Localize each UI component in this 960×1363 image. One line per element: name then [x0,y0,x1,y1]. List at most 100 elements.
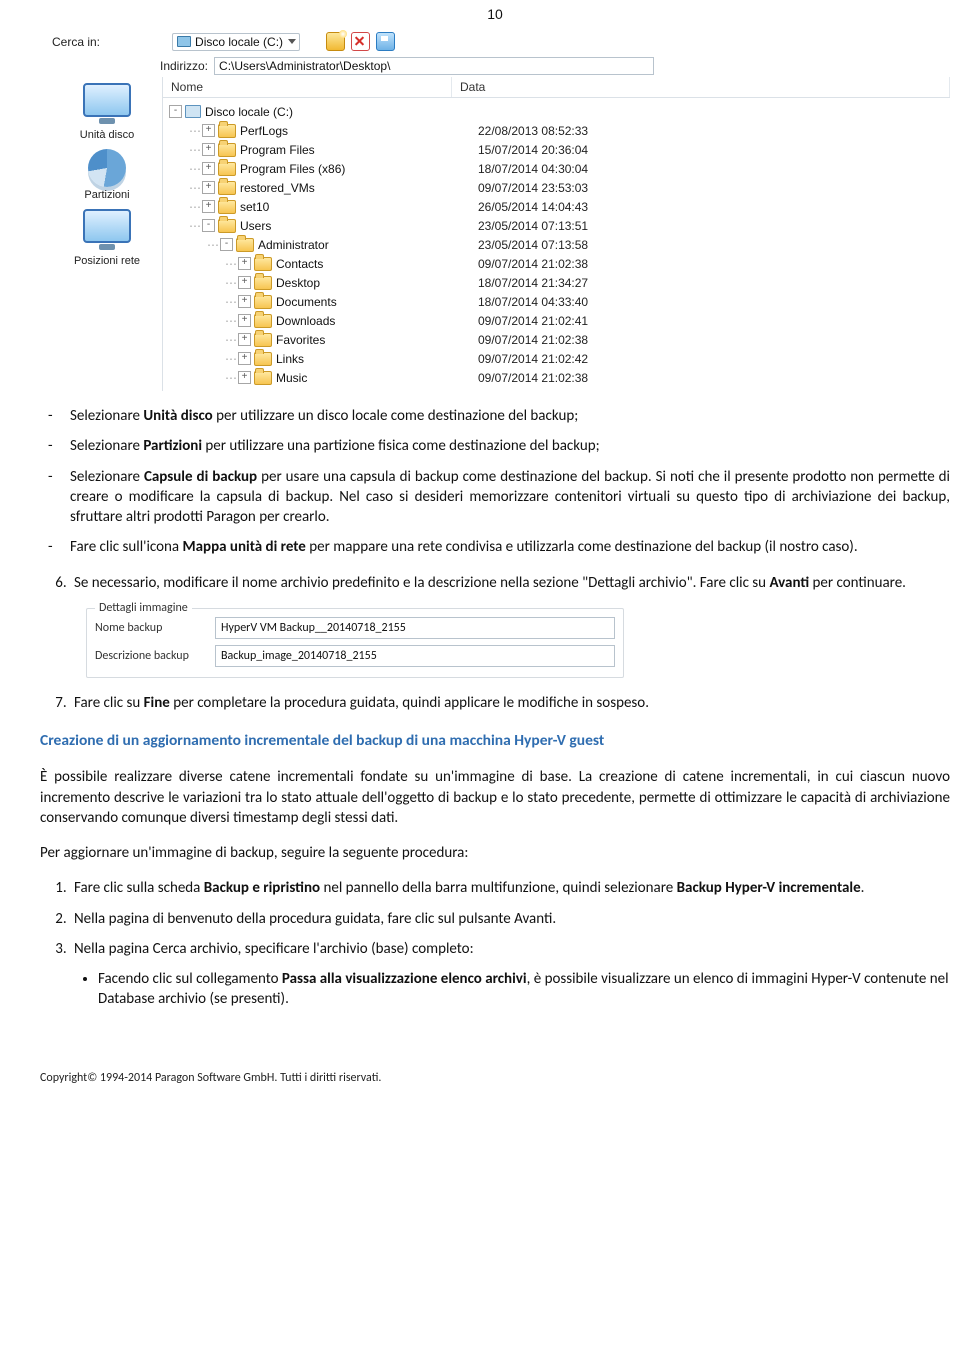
backup-name-input[interactable]: HyperV VM Backup__20140718_2155 [215,617,615,639]
sidebar-item-partitions[interactable]: Partizioni [84,149,129,201]
sidebar-item-disk-unit[interactable]: Unità disco [80,83,134,141]
sidebar-item-network[interactable]: Posizioni rete [74,209,140,267]
drive-dropdown-label: Disco locale (C:) [195,35,283,49]
list-item: Selezionare Unità disco per utilizzare u… [70,406,950,426]
tree-item-name: Favorites [276,333,478,347]
tree-dots-icon: ⋯ [225,352,236,366]
expand-icon[interactable]: + [202,124,215,137]
tree-row[interactable]: - Disco locale (C:) [163,102,950,121]
folder-icon [254,257,272,271]
monitor-icon [83,83,131,117]
drive-icon [177,36,191,47]
monitor-icon [83,209,131,243]
expand-icon[interactable]: + [202,200,215,213]
chevron-down-icon [288,39,296,44]
tree-item-name: Links [276,352,478,366]
tree-row[interactable]: ⋯+restored_VMs09/07/2014 23:53:03 [163,178,950,197]
tree-row[interactable]: ⋯+ Links09/07/2014 21:02:42 [163,349,950,368]
paragraph: Per aggiornare un'immagine di backup, se… [40,843,950,863]
file-browser: Cerca in: Disco locale (C:) Indirizzo: C… [52,30,950,391]
tree-row[interactable]: ⋯-Users23/05/2014 07:13:51 [163,216,950,235]
sidebar-label: Posizioni rete [74,255,140,267]
sidebar: Unità disco Partizioni Posizioni rete [52,77,163,391]
sidebar-label: Partizioni [84,189,129,201]
expand-icon[interactable]: + [202,181,215,194]
folder-tree: - Disco locale (C:) ⋯+PerfLogs22/08/2013 0… [163,98,950,391]
folder-icon [254,295,272,309]
expand-icon[interactable]: + [238,371,251,384]
tree-row[interactable]: ⋯+set1026/05/2014 14:04:43 [163,197,950,216]
new-folder-icon[interactable] [326,32,345,51]
tree-item-date: 23/05/2014 07:13:51 [478,219,588,233]
expand-icon[interactable]: + [238,276,251,289]
list-item: Selezionare Capsule di backup per usare … [70,467,950,528]
tree-item-date: 18/07/2014 21:34:27 [478,276,588,290]
tree-item-date: 09/07/2014 21:02:38 [478,371,588,385]
tree-item-date: 15/07/2014 20:36:04 [478,143,588,157]
expand-icon[interactable]: + [238,295,251,308]
delete-icon[interactable] [351,32,370,51]
collapse-icon[interactable]: - [202,219,215,232]
tree-row[interactable]: ⋯+Desktop18/07/2014 21:34:27 [163,273,950,292]
tree-item-name: Contacts [276,257,478,271]
tree-row[interactable]: ⋯+Downloads09/07/2014 21:02:41 [163,311,950,330]
folder-icon [218,200,236,214]
tree-item-name: Program Files (x86) [240,162,478,176]
tree-item-date: 23/05/2014 07:13:58 [478,238,588,252]
tree-dots-icon: ⋯ [225,295,236,309]
tree-dots-icon: ⋯ [189,162,200,176]
folder-icon [218,219,236,233]
address-input[interactable]: C:\Users\Administrator\Desktop\ [214,57,654,75]
list-item: Fare clic su Fine per completare la proc… [70,693,950,713]
expand-icon[interactable]: + [238,257,251,270]
collapse-icon[interactable]: - [169,105,182,118]
tree-row[interactable]: ⋯+ Program Files15/07/2014 20:36:04 [163,140,950,159]
tree-item-date: 09/07/2014 21:02:38 [478,333,588,347]
tree-row[interactable]: ⋯+PerfLogs22/08/2013 08:52:33 [163,121,950,140]
expand-icon[interactable]: + [202,162,215,175]
list-item: Nella pagina di benvenuto della procedur… [70,909,950,929]
expand-icon[interactable]: + [238,352,251,365]
tree-dots-icon: ⋯ [225,333,236,347]
map-network-drive-icon[interactable] [376,32,395,51]
list-item: Se necessario, modificare il nome archiv… [70,573,950,593]
tree-item-date: 09/07/2014 21:02:42 [478,352,588,366]
tree-row[interactable]: ⋯-Administrator23/05/2014 07:13:58 [163,235,950,254]
tree-item-name: Users [240,219,478,233]
tree-row[interactable]: ⋯+Program Files (x86)18/07/2014 04:30:04 [163,159,950,178]
tree-dots-icon: ⋯ [189,143,200,157]
expand-icon[interactable]: + [238,333,251,346]
backup-name-label: Nome backup [95,620,215,636]
tree-item-name: Music [276,371,478,385]
folder-icon [254,276,272,290]
collapse-icon[interactable]: - [220,238,233,251]
paragraph: È possibile realizzare diverse catene in… [40,767,950,828]
tree-dots-icon: ⋯ [189,124,200,138]
tree-item-name: Program Files [240,143,478,157]
column-data[interactable]: Data [452,77,950,97]
tree-row[interactable]: ⋯+ Documents18/07/2014 04:33:40 [163,292,950,311]
sidebar-label: Unità disco [80,129,134,141]
tree-item-name: Disco locale (C:) [205,105,461,119]
tree-row[interactable]: ⋯+Contacts09/07/2014 21:02:38 [163,254,950,273]
copyright-footer: Copyright© 1994-2014 Paragon Software Gm… [40,1070,950,1086]
tree-dots-icon: ⋯ [189,181,200,195]
tree-dots-icon: ⋯ [189,200,200,214]
expand-icon[interactable]: + [202,143,215,156]
tree-item-name: Documents [276,295,478,309]
drive-dropdown[interactable]: Disco locale (C:) [172,33,300,51]
backup-desc-label: Descrizione backup [95,648,215,664]
tree-item-date: 09/07/2014 21:02:38 [478,257,588,271]
list-item: Facendo clic sul collegamento Passa alla… [98,969,950,1010]
tree-item-date: 09/07/2014 23:53:03 [478,181,588,195]
folder-icon [218,162,236,176]
tree-row[interactable]: ⋯+Music09/07/2014 21:02:38 [163,368,950,387]
tree-dots-icon: ⋯ [225,276,236,290]
backup-desc-input[interactable]: Backup_image_20140718_2155 [215,645,615,667]
column-name[interactable]: Nome [163,77,452,97]
folder-icon [236,238,254,252]
tree-item-date: 18/07/2014 04:33:40 [478,295,588,309]
tree-dots-icon: ⋯ [207,238,218,252]
tree-row[interactable]: ⋯+ Favorites09/07/2014 21:02:38 [163,330,950,349]
expand-icon[interactable]: + [238,314,251,327]
